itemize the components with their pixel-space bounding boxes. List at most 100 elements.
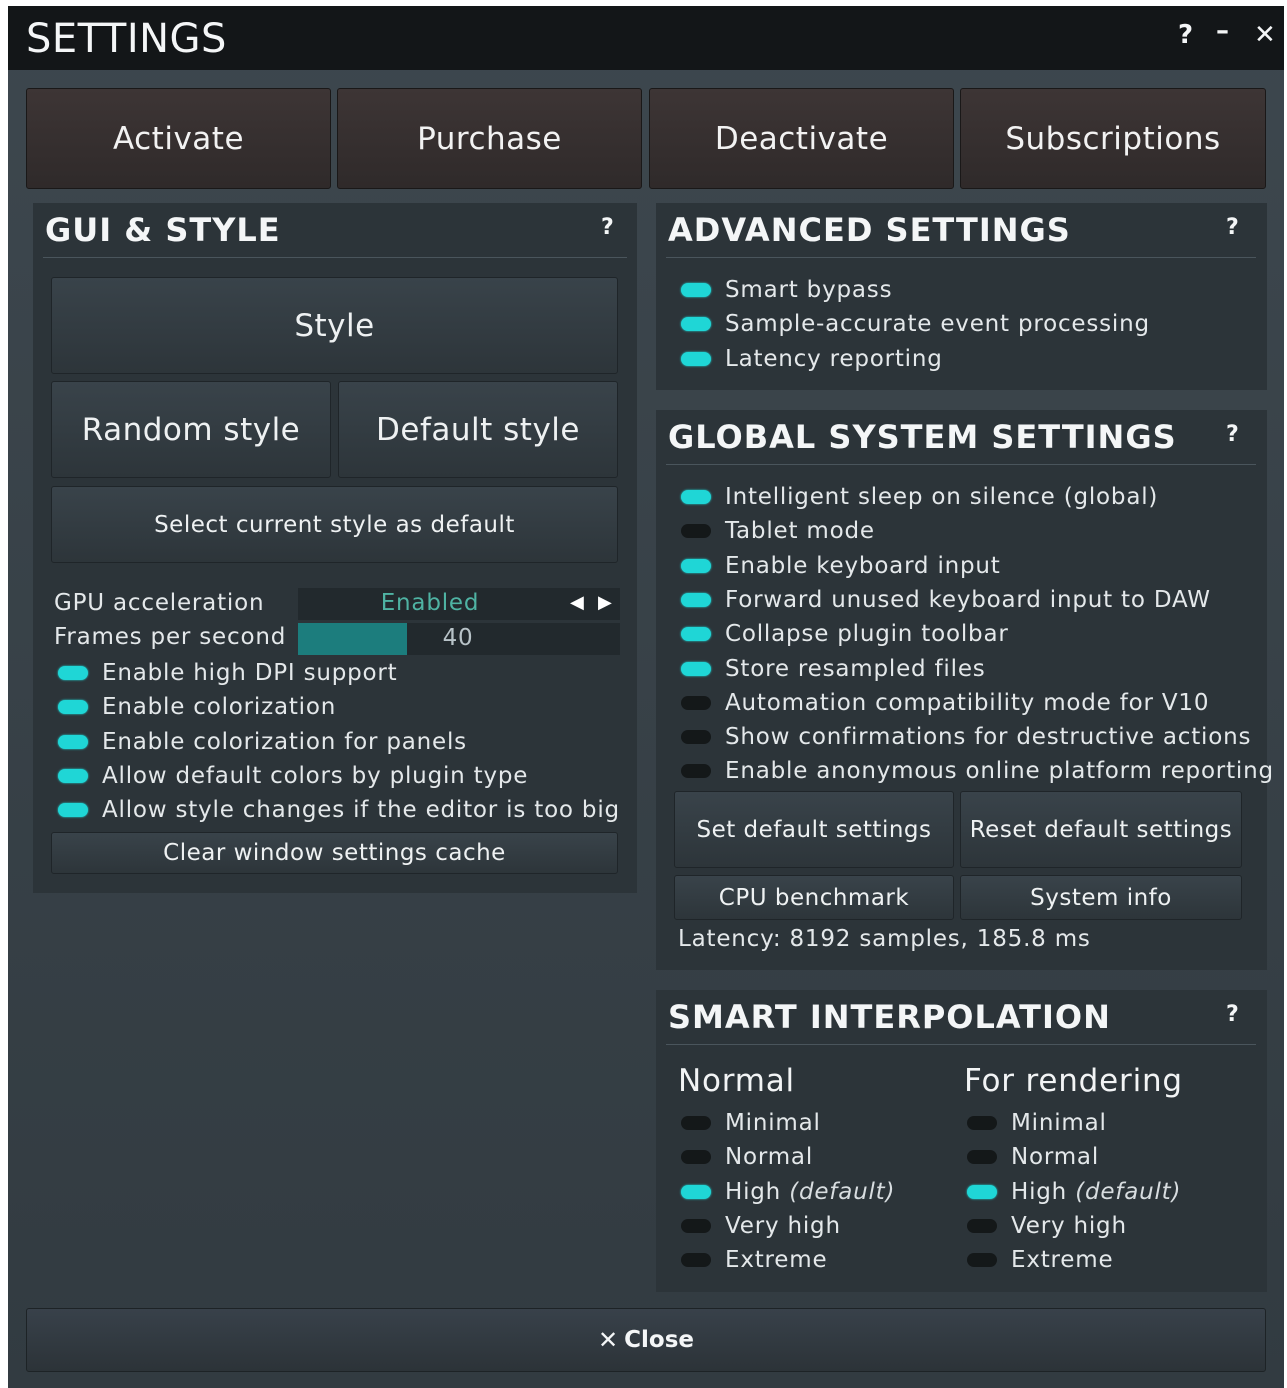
set-default-settings-button[interactable]: Set default settings [674,791,954,868]
help-icon[interactable]: ? [1178,20,1193,50]
gui-toggle[interactable]: Enable colorization [58,690,336,724]
close-button-label: Close [624,1327,694,1353]
interp-normal-toggle[interactable]: Very high [681,1209,841,1243]
close-icon[interactable]: ✕ [1254,20,1276,50]
gpu-acceleration-select[interactable]: Enabled ◀ ▶ [298,588,620,620]
toggle-off-icon[interactable] [967,1253,997,1268]
fps-slider[interactable]: 40 [298,623,620,655]
advanced-toggle-label: Sample-accurate event processing [725,311,1150,338]
gui-style-help-icon[interactable]: ? [601,215,614,240]
fps-label: Frames per second [54,624,287,650]
random-style-button[interactable]: Random style [51,381,331,478]
latency-readout: Latency: 8192 samples, 185.8 ms [678,926,1091,952]
interp-rendering-toggle[interactable]: Normal [967,1140,1099,1174]
gui-toggle[interactable]: Allow style changes if the editor is too… [58,793,620,827]
toggle-off-icon[interactable] [681,764,711,779]
advanced-toggle-label: Smart bypass [725,277,893,303]
toggle-off-icon[interactable] [681,1218,711,1233]
toggle-on-icon[interactable] [58,734,88,749]
advanced-help-icon[interactable]: ? [1226,215,1239,240]
toggle-on-icon[interactable] [58,666,88,680]
interp-rendering-toggle[interactable]: Extreme [967,1243,1113,1277]
toggle-on-icon[interactable] [681,558,711,573]
interp-rendering-toggle[interactable]: Very high [967,1209,1127,1243]
toggle-on-icon[interactable] [681,1184,711,1199]
toggle-off-icon[interactable] [681,730,711,745]
select-default-style-button[interactable]: Select current style as default [51,486,618,563]
toggle-on-icon[interactable] [58,768,88,783]
toggle-off-icon[interactable] [681,524,711,539]
gui-toggle[interactable]: Allow default colors by plugin type [58,759,528,793]
global-toggle[interactable]: Enable anonymous online platform reporti… [681,754,1274,788]
system-info-button[interactable]: System info [960,875,1242,920]
toggle-on-icon[interactable] [58,700,88,715]
clear-window-cache-button[interactable]: Clear window settings cache [51,832,618,874]
global-toggle-label: Intelligent sleep on silence (global) [725,484,1159,510]
global-toggle[interactable]: Store resampled files [681,652,986,686]
interp-rendering-toggle[interactable]: Minimal [967,1106,1107,1140]
interp-normal-toggle[interactable]: High (default) [681,1175,895,1209]
panel-divider [666,257,1256,258]
toggle-off-icon[interactable] [681,1150,711,1165]
close-x-icon: ✕ [598,1326,619,1354]
close-button[interactable]: ✕ Close [26,1308,1266,1372]
advanced-toggle[interactable]: Latency reporting [681,342,943,376]
interp-normal-toggle[interactable]: Normal [681,1140,813,1174]
interp-normal-toggle[interactable]: Minimal [681,1106,821,1140]
activate-button[interactable]: Activate [26,88,331,189]
arrow-left-icon[interactable]: ◀ [570,592,584,613]
advanced-toggle-label: Latency reporting [725,345,943,372]
global-toggle[interactable]: Tablet mode [681,514,875,548]
global-settings-title: GLOBAL SYSTEM SETTINGS [668,418,1177,456]
reset-default-settings-button[interactable]: Reset default settings [960,791,1242,868]
default-style-button[interactable]: Default style [338,381,618,478]
interp-normal-toggle[interactable]: Extreme [681,1243,827,1277]
toggle-off-icon[interactable] [681,695,711,710]
advanced-toggle[interactable]: Sample-accurate event processing [681,307,1150,341]
toggle-off-icon[interactable] [967,1218,997,1233]
gui-toggle[interactable]: Enable high DPI support [58,656,398,690]
purchase-button[interactable]: Purchase [337,88,642,189]
panel-divider [43,257,627,258]
toggle-off-icon[interactable] [681,1116,711,1130]
global-toggle[interactable]: Enable keyboard input [681,549,1001,583]
advanced-toggle[interactable]: Smart bypass [681,273,892,307]
global-toggle-label: Enable keyboard input [725,552,1001,579]
toggle-on-icon[interactable] [681,592,711,607]
toggle-on-icon[interactable] [681,661,711,676]
arrow-right-icon[interactable]: ▶ [598,592,612,613]
toggle-on-icon[interactable] [681,351,711,366]
fps-slider-fill [298,623,408,655]
interp-normal-toggle-label: High (default) [725,1178,896,1205]
toggle-on-icon[interactable] [58,803,88,818]
gui-style-title: GUI & STYLE [45,211,281,249]
toggle-on-icon[interactable] [681,283,711,297]
global-toggle[interactable]: Collapse plugin toolbar [681,617,1009,651]
subscriptions-button[interactable]: Subscriptions [960,88,1266,189]
interp-rendering-toggle[interactable]: High (default) [967,1175,1181,1209]
gui-toggle-label: Enable high DPI support [102,660,398,686]
style-button[interactable]: Style [51,277,618,374]
deactivate-button[interactable]: Deactivate [649,88,954,189]
global-toggle[interactable]: Intelligent sleep on silence (global) [681,480,1158,514]
smart-interpolation-help-icon[interactable]: ? [1226,1002,1239,1027]
gui-toggle[interactable]: Enable colorization for panels [58,725,467,759]
fps-value: 40 [442,625,474,651]
global-help-icon[interactable]: ? [1226,422,1239,447]
toggle-on-icon[interactable] [681,627,711,642]
global-toggle[interactable]: Automation compatibility mode for V10 [681,686,1209,720]
global-toggle-label: Tablet mode [725,518,875,545]
toggle-off-icon[interactable] [681,1253,711,1268]
toggle-on-icon[interactable] [681,490,711,504]
global-toggle[interactable]: Forward unused keyboard input to DAW [681,583,1211,617]
toggle-off-icon[interactable] [967,1150,997,1165]
toggle-on-icon[interactable] [967,1184,997,1199]
smart-interpolation-title: SMART INTERPOLATION [668,998,1111,1036]
settings-window: SETTINGS ? – ✕ Activate Purchase Deactiv… [8,6,1284,1388]
global-toggle[interactable]: Show confirmations for destructive actio… [681,720,1251,754]
toggle-off-icon[interactable] [967,1116,997,1130]
interp-rendering-toggle-label: Extreme [1011,1247,1114,1274]
toggle-on-icon[interactable] [681,317,711,332]
cpu-benchmark-button[interactable]: CPU benchmark [674,875,954,920]
minimize-icon[interactable]: – [1216,16,1229,46]
